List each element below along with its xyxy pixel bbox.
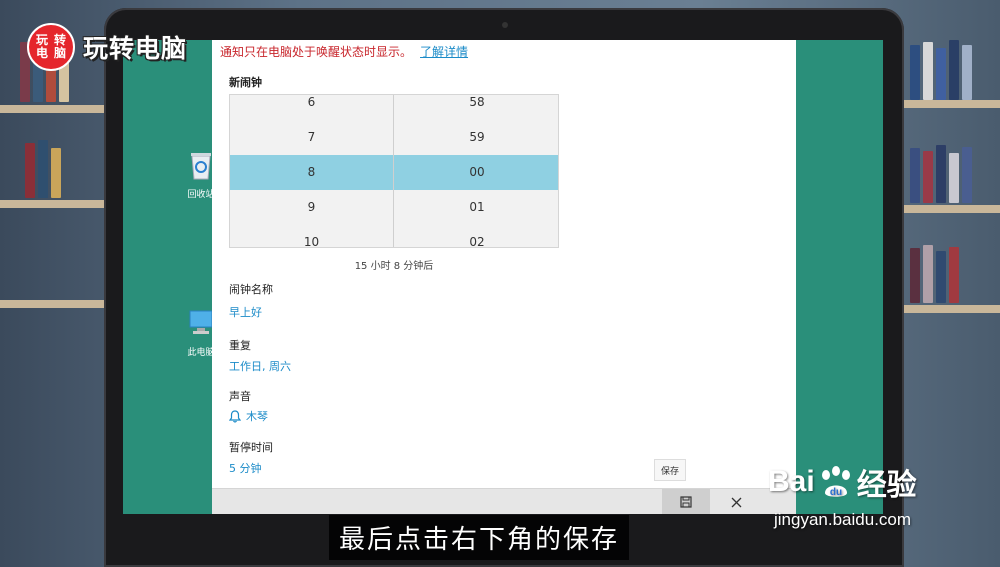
- logo-badge-char: 电: [35, 46, 48, 60]
- minute-option-selected[interactable]: 00: [395, 154, 558, 189]
- snooze-label: 暂停时间: [229, 441, 273, 454]
- video-subtitle: 最后点击右下角的保存: [329, 515, 630, 560]
- minute-option[interactable]: 02: [395, 224, 558, 248]
- computer-icon: [189, 310, 213, 334]
- hour-column[interactable]: 6 7 8 9 10: [230, 95, 394, 248]
- bell-icon: [229, 409, 241, 423]
- time-picker[interactable]: 6 7 8 9 10 58 59 00 01 02: [229, 94, 559, 248]
- learn-more-link[interactable]: 了解详情: [420, 45, 468, 59]
- hour-option-selected[interactable]: 8: [230, 154, 393, 189]
- alarm-name-input[interactable]: 早上好: [229, 304, 262, 320]
- logo-badge-char: 脑: [53, 46, 66, 60]
- wake-notice: 通知只在电脑处于唤醒状态时显示。 了解详情: [220, 43, 468, 60]
- watermark-brand-left: Bai: [768, 465, 815, 498]
- hour-option[interactable]: 6: [230, 95, 393, 119]
- minute-option[interactable]: 58: [395, 95, 558, 119]
- hour-option[interactable]: 9: [230, 189, 393, 224]
- cancel-button[interactable]: [712, 489, 760, 514]
- repeat-label: 重复: [229, 339, 251, 352]
- alarm-name-label: 闹钟名称: [229, 283, 273, 296]
- svg-text:du: du: [830, 487, 842, 498]
- sound-value: 木琴: [246, 410, 268, 423]
- sound-label: 声音: [229, 390, 251, 403]
- desktop-screen: 回收站 此电脑 通知只在电脑处于唤醒状态时显示。 了解详情 新闹钟 6 7 8 9…: [123, 40, 883, 514]
- save-tooltip: 保存: [654, 459, 686, 481]
- hour-option[interactable]: 10: [230, 224, 393, 248]
- watermark-brand-right: 经验: [856, 469, 917, 502]
- webcam: [502, 22, 508, 28]
- close-icon: [731, 497, 741, 507]
- minute-column[interactable]: 58 59 00 01 02: [395, 95, 558, 248]
- watermark-url: jingyan.baidu.com: [774, 510, 912, 529]
- alarm-app-window: 通知只在电脑处于唤醒状态时显示。 了解详情 新闹钟 6 7 8 9 10 58 5…: [212, 40, 796, 514]
- logo-text: 玩转电脑: [83, 34, 188, 63]
- logo-badge: 玩 转 电 脑: [27, 23, 75, 71]
- recycle-bin-icon: [191, 153, 211, 180]
- notice-text: 通知只在电脑处于唤醒状态时显示。: [220, 45, 413, 59]
- hour-option[interactable]: 7: [230, 119, 393, 154]
- paw-icon: du: [821, 466, 850, 498]
- minute-option[interactable]: 59: [395, 119, 558, 154]
- snooze-selector[interactable]: 5 分钟: [229, 460, 262, 476]
- time-until-alarm: 15 小时 8 分钟后: [354, 261, 434, 272]
- save-button[interactable]: [662, 489, 710, 514]
- command-bar: [212, 488, 796, 514]
- minute-option[interactable]: 01: [395, 189, 558, 224]
- repeat-selector[interactable]: 工作日, 周六: [229, 358, 291, 374]
- sound-selector[interactable]: 木琴: [229, 408, 268, 424]
- new-alarm-title: 新闹钟: [229, 76, 262, 89]
- save-icon: [680, 496, 692, 508]
- baidu-watermark: Bai du 经验 jingyan.baidu.com: [768, 460, 988, 530]
- channel-logo: 玩 转 电 脑 玩转电脑: [27, 23, 187, 71]
